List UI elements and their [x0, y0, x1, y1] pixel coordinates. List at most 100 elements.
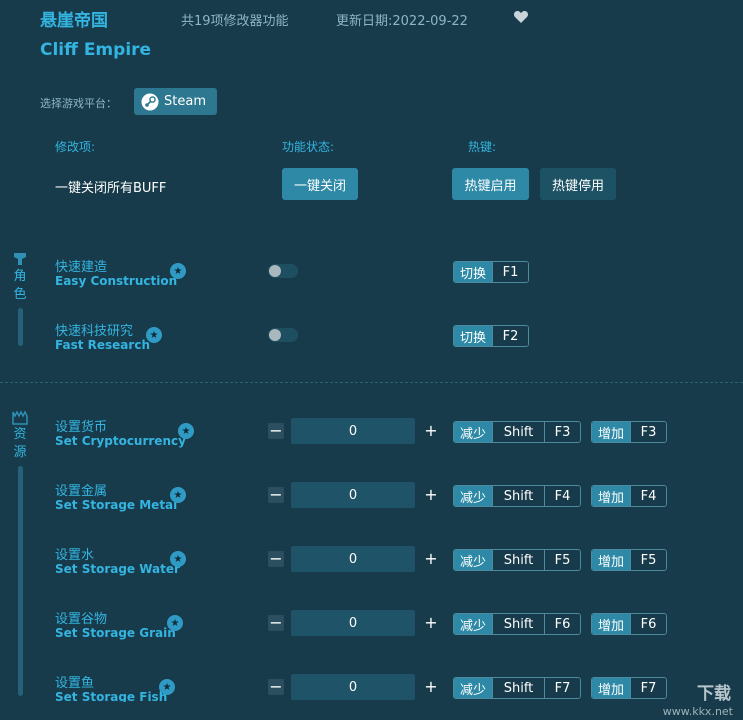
set-storage-grain-label-en: Set Storage Grain	[55, 626, 176, 640]
increase-button[interactable]: +	[423, 423, 439, 439]
watermark-logo: 下载	[697, 684, 731, 704]
close-all-button[interactable]: 一键关闭	[282, 168, 358, 200]
easy-construction-hotkey: 切换 F1	[453, 261, 530, 283]
column-mod: 修改项:	[55, 140, 96, 154]
set-storage-water-label-en: Set Storage Water	[55, 562, 180, 576]
platform-label: 选择游戏平台：	[40, 97, 117, 110]
decrease-button[interactable]: −	[268, 423, 284, 439]
close-all-buff-label: 一键关闭所有BUFF	[55, 181, 167, 196]
star-icon: ★	[167, 615, 183, 631]
set-cryptocurrency-label-cn: 设置货币	[55, 420, 108, 435]
star-icon: ★	[178, 423, 194, 439]
hotkey-action: 切换	[454, 326, 493, 346]
increase-button[interactable]: +	[423, 551, 439, 567]
category-character-label-2: 色	[13, 287, 27, 302]
set-storage-fish-label-en: Set Storage Fish	[55, 690, 168, 702]
fast-research-label-cn: 快速科技研究	[55, 324, 134, 339]
hotkey-modifier: Shift	[492, 678, 545, 698]
hotkey-action: 减少	[454, 550, 493, 570]
storage-fish-value-input[interactable]	[291, 674, 415, 700]
game-title-cn: 悬崖帝国	[40, 11, 108, 31]
storage-metal-increase-hotkey: 增加 F4	[591, 485, 668, 507]
easy-construction-label-cn: 快速建造	[55, 260, 108, 275]
fast-research-toggle[interactable]	[268, 328, 298, 342]
decrease-button[interactable]: −	[268, 679, 284, 695]
increase-button[interactable]: +	[423, 615, 439, 631]
category-character-label-1: 角	[13, 269, 27, 284]
set-storage-metal-label-en: Set Storage Metal	[55, 498, 178, 512]
cryptocurrency-increase-hotkey: 增加 F3	[591, 421, 668, 443]
star-icon: ★	[170, 551, 186, 567]
storage-metal-value-input[interactable]	[291, 482, 415, 508]
hotkey-action: 增加	[592, 422, 631, 442]
category-resources-label-1: 资	[13, 427, 27, 442]
fast-research-label-en: Fast Research	[55, 338, 150, 352]
storage-fish-increase-hotkey: 增加 F7	[591, 677, 668, 699]
set-storage-water-label-cn: 设置水	[55, 548, 95, 563]
hotkey-action: 增加	[592, 550, 631, 570]
storage-grain-value-input[interactable]	[291, 610, 415, 636]
storage-fish-decrease-hotkey: 减少 Shift F7	[453, 677, 582, 699]
hotkey-modifier: Shift	[492, 422, 545, 442]
hotkey-key: F3	[630, 422, 667, 442]
decrease-button[interactable]: −	[268, 615, 284, 631]
category-character: 角 色	[10, 250, 30, 346]
easy-construction-label-en: Easy Construction	[55, 274, 178, 288]
cryptocurrency-decrease-hotkey: 减少 Shift F3	[453, 421, 582, 443]
decrease-button[interactable]: −	[268, 551, 284, 567]
hotkey-key: F2	[492, 326, 529, 346]
column-hotkey: 热键:	[468, 140, 497, 154]
set-storage-fish-label-cn: 设置鱼	[55, 676, 95, 691]
watermark-url: www.kkx.net	[662, 705, 733, 718]
column-status: 功能状态:	[282, 140, 335, 154]
hotkey-action: 减少	[454, 614, 493, 634]
resources-icon	[12, 410, 28, 425]
hotkey-modifier: Shift	[492, 486, 545, 506]
category-character-bar	[17, 308, 23, 346]
easy-construction-toggle[interactable]	[268, 264, 298, 278]
hotkey-key: F5	[544, 550, 581, 570]
storage-water-increase-hotkey: 增加 F5	[591, 549, 668, 571]
category-resources-label-2: 源	[13, 445, 27, 460]
hotkey-action: 减少	[454, 422, 493, 442]
category-resources-bar	[17, 466, 23, 696]
hotkey-key: F7	[544, 678, 581, 698]
hotkey-enable-button[interactable]: 热键启用	[452, 168, 529, 200]
hotkey-disable-button[interactable]: 热键停用	[540, 168, 616, 200]
hotkey-modifier: Shift	[492, 614, 545, 634]
storage-water-value-input[interactable]	[291, 546, 415, 572]
cryptocurrency-value-input[interactable]	[291, 418, 415, 444]
hotkey-key: F6	[630, 614, 667, 634]
category-resources: 资 源	[10, 410, 30, 696]
hotkey-action: 增加	[592, 614, 631, 634]
hotkey-key: F4	[630, 486, 667, 506]
steam-label: Steam	[164, 94, 206, 109]
fast-research-hotkey: 切换 F2	[453, 325, 530, 347]
hotkey-action: 增加	[592, 486, 631, 506]
hotkey-key: F5	[630, 550, 667, 570]
decrease-button[interactable]: −	[268, 487, 284, 503]
storage-grain-decrease-hotkey: 减少 Shift F6	[453, 613, 582, 635]
storage-water-decrease-hotkey: 减少 Shift F5	[453, 549, 582, 571]
hotkey-action: 切换	[454, 262, 493, 282]
set-storage-grain-label-cn: 设置谷物	[55, 612, 108, 627]
section-divider	[0, 382, 743, 383]
hotkey-modifier: Shift	[492, 550, 545, 570]
hotkey-action: 减少	[454, 678, 493, 698]
hotkey-key: F1	[492, 262, 529, 282]
hotkey-key: F6	[544, 614, 581, 634]
star-icon: ★	[170, 263, 186, 279]
hotkey-key: F3	[544, 422, 581, 442]
increase-button[interactable]: +	[423, 679, 439, 695]
update-date: 更新日期:2022-09-22	[336, 14, 468, 29]
feature-count: 共19项修改器功能	[181, 14, 289, 29]
steam-platform-button[interactable]: Steam	[134, 88, 217, 115]
heart-icon[interactable]	[513, 9, 529, 25]
star-icon: ★	[170, 487, 186, 503]
steam-icon	[141, 93, 159, 110]
hotkey-key: F7	[630, 678, 667, 698]
increase-button[interactable]: +	[423, 487, 439, 503]
character-icon	[14, 253, 26, 265]
star-icon: ★	[159, 679, 175, 695]
game-title-en: Cliff Empire	[40, 40, 152, 60]
